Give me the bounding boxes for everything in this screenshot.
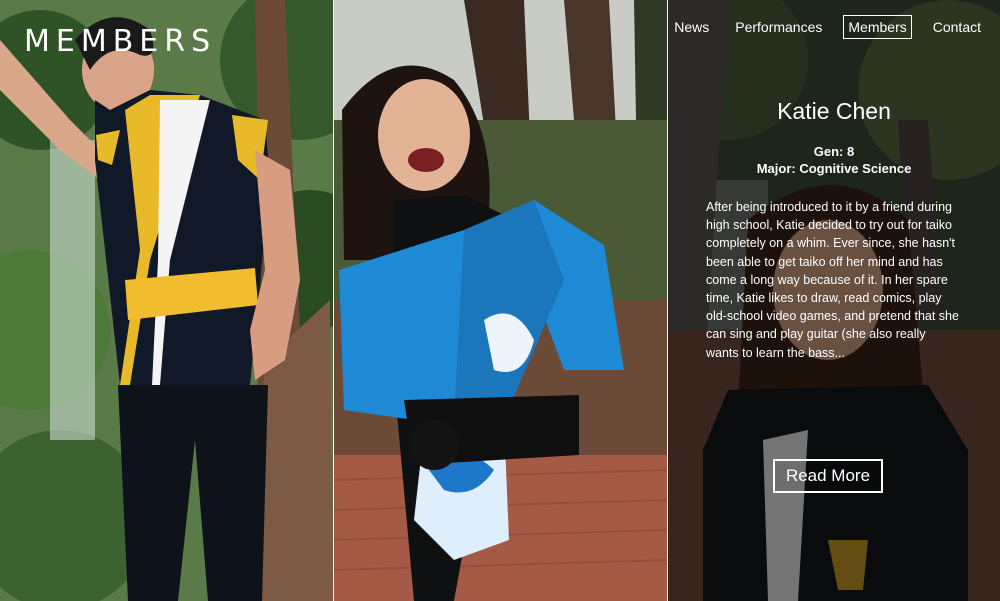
member-detail-overlay: Katie Chen Gen: 8 Major: Cognitive Scien… <box>668 0 1000 601</box>
member-meta: Gen: 8 Major: Cognitive Science <box>668 143 1000 177</box>
member-gen: Gen: 8 <box>813 144 855 159</box>
read-more-button[interactable]: Read More <box>773 459 883 493</box>
member-photo-1[interactable] <box>0 0 333 601</box>
member-photo-1-image <box>0 0 333 601</box>
member-photo-2-image <box>334 0 667 601</box>
members-page: MEMBERS News Performances Members Contac… <box>0 0 1000 601</box>
member-bio: After being introduced to it by a friend… <box>706 200 959 360</box>
member-name: Katie Chen <box>777 98 891 124</box>
page-title: MEMBERS <box>24 24 217 59</box>
member-major: Major: Cognitive Science <box>756 161 912 176</box>
member-photo-2[interactable] <box>334 0 667 601</box>
